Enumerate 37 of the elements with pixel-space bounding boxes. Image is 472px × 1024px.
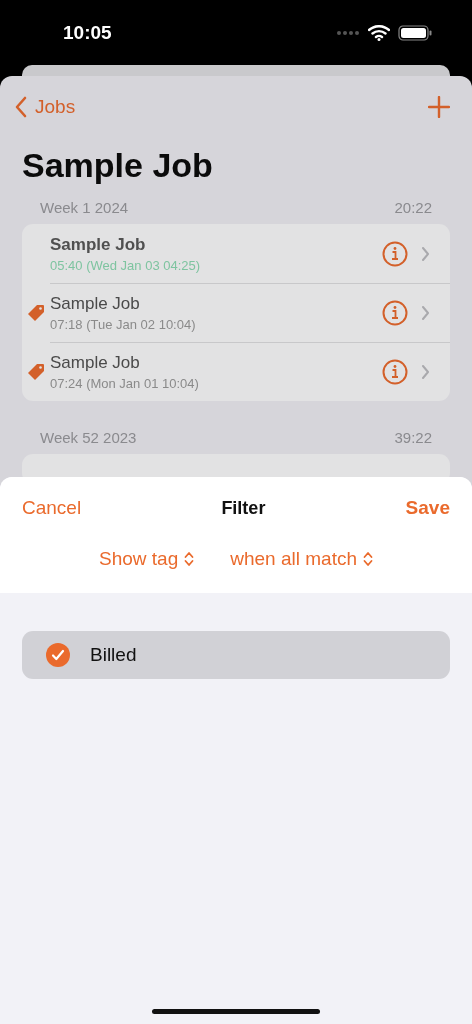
chevron-icon [422,305,430,320]
tag-label: Billed [90,644,137,666]
job-title: Sample Job [50,293,141,314]
job-duration: 07:18 (Tue Jan 02 10:04) [50,316,197,332]
info-icon[interactable] [382,358,408,385]
tag-row[interactable]: Billed [22,631,450,679]
sheet-title: Filter [221,497,266,519]
chevron-icon [422,364,430,379]
up-down-chevron-icon [184,551,195,567]
battery-icon [398,24,432,41]
picker-button[interactable]: Show tag [99,548,195,570]
job-row[interactable]: Sample Job 07:18 (Tue Jan 02 10:04) [22,283,450,342]
job-title: Sample Job [50,234,147,255]
section-total: 20:22 [394,199,432,216]
job-row[interactable]: Sample Job 07:24 (Mon Jan 01 10:04) [22,342,450,401]
section-title: Week 52 2023 [40,429,137,446]
checkmark-icon[interactable] [46,643,70,667]
job-row[interactable]: Sample Job 05:40 (Wed Jan 03 04:25) [22,224,450,283]
page-title: Sample Job [22,145,214,186]
info-icon[interactable] [382,240,408,267]
cancel-button[interactable]: Cancel [22,497,82,519]
signal-icon [336,29,360,36]
up-down-chevron-icon [363,551,373,567]
section-total: 39:22 [394,429,432,446]
section-title: Week 1 2024 [40,199,129,216]
add-button[interactable] [428,96,450,118]
back-chevron-icon [14,96,27,118]
job-title: Sample Job [50,352,141,373]
status-time: 10:05 [63,21,112,44]
picker-button[interactable]: when all match [230,548,373,570]
back-button[interactable]: Jobs [14,96,76,118]
job-duration: 05:40 (Wed Jan 03 04:25) [50,257,202,273]
save-button[interactable]: Save [405,497,450,519]
job-duration: 07:24 (Mon Jan 01 10:04) [50,375,200,391]
info-icon[interactable] [382,299,408,326]
wifi-icon [368,24,390,41]
chevron-icon [422,246,430,261]
